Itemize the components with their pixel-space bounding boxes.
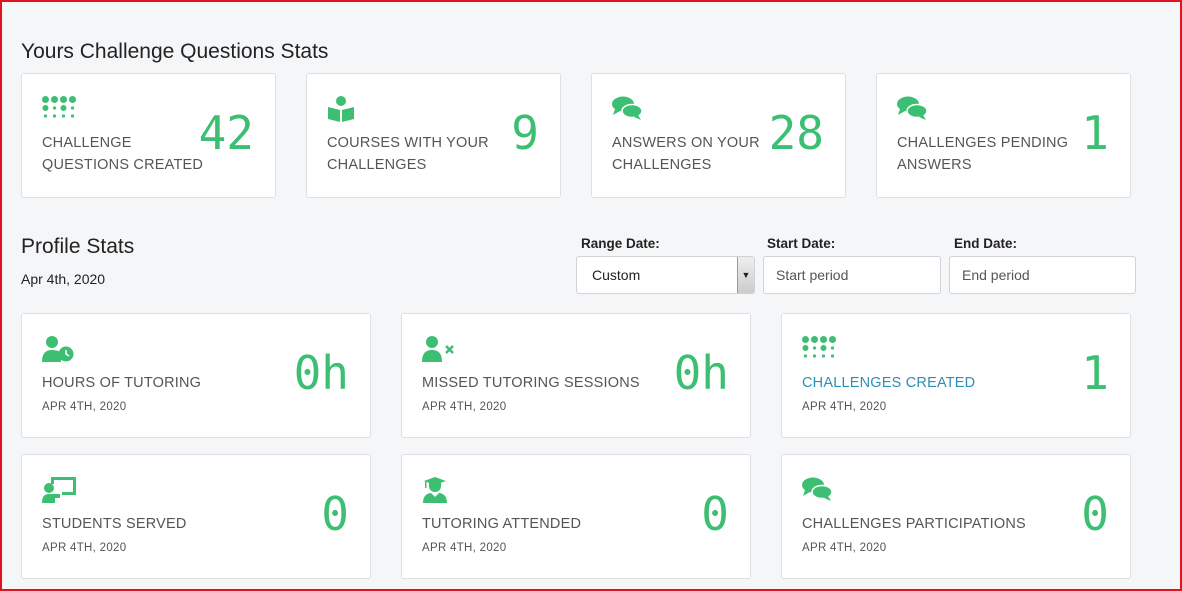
stat-label: CHALLENGES PENDING ANSWERS (897, 135, 1069, 173)
end-date-input[interactable]: End period (949, 256, 1136, 294)
chevron-down-icon[interactable]: ▼ (737, 257, 754, 293)
profile-stats-date: Apr 4th, 2020 (21, 271, 106, 287)
stat-date: APR 4TH, 2020 (42, 401, 127, 413)
stat-card-challenge-questions-created: CHALLENGE QUESTIONS CREATED 42 (21, 73, 276, 198)
stat-label: HOURS OF TUTORING (42, 375, 202, 391)
start-date-input[interactable]: Start period (763, 256, 941, 294)
range-date-value: Custom (592, 267, 641, 283)
user-clock-icon (42, 336, 76, 362)
stat-label: CHALLENGES PARTICIPATIONS (802, 516, 1026, 532)
stat-date: APR 4TH, 2020 (422, 542, 507, 554)
stat-card-answers-on-challenges: ANSWERS ON YOUR CHALLENGES 28 (591, 73, 846, 198)
stat-label: CHALLENGE QUESTIONS CREATED (42, 135, 204, 173)
stat-value: 42 (198, 106, 254, 160)
stat-card-courses-with-challenges: COURSES WITH YOUR CHALLENGES 9 (306, 73, 561, 198)
stat-value: 9 (511, 106, 539, 160)
stat-label: COURSES WITH YOUR CHALLENGES (327, 135, 489, 173)
stat-value: 1 (1081, 346, 1109, 400)
book-reader-icon (327, 96, 361, 122)
user-graduate-icon (422, 477, 456, 503)
stat-value: 0h (673, 346, 729, 400)
start-date-label: Start Date: (767, 236, 836, 251)
user-times-icon (422, 336, 456, 362)
stat-date: APR 4TH, 2020 (422, 401, 507, 413)
stat-date: APR 4TH, 2020 (802, 542, 887, 554)
stat-card-challenges-participations: CHALLENGES PARTICIPATIONS APR 4TH, 2020 … (781, 454, 1131, 579)
stat-label: TUTORING ATTENDED (422, 516, 582, 532)
challenges-created-link[interactable]: CHALLENGES CREATED (802, 372, 975, 394)
stat-value: 1 (1081, 106, 1109, 160)
stat-card-missed-tutoring-sessions: MISSED TUTORING SESSIONS APR 4TH, 2020 0… (401, 313, 751, 438)
stat-label: ANSWERS ON YOUR CHALLENGES (612, 135, 760, 173)
stat-label: MISSED TUTORING SESSIONS (422, 375, 640, 391)
braille-icon (42, 96, 76, 122)
stat-card-challenges-pending-answers: CHALLENGES PENDING ANSWERS 1 (876, 73, 1131, 198)
stat-label: STUDENTS SERVED (42, 516, 187, 532)
end-date-label: End Date: (954, 236, 1018, 251)
stat-card-tutoring-attended: TUTORING ATTENDED APR 4TH, 2020 0 (401, 454, 751, 579)
stat-card-students-served: STUDENTS SERVED APR 4TH, 2020 0 (21, 454, 371, 579)
stat-value: 28 (768, 106, 824, 160)
challenge-stats-title: Yours Challenge Questions Stats (21, 40, 329, 63)
range-date-select[interactable]: Custom ▼ (576, 256, 755, 294)
stat-date: APR 4TH, 2020 (42, 542, 127, 554)
chalkboard-teacher-icon (42, 477, 76, 503)
braille-icon (802, 336, 836, 362)
stat-value: 0 (701, 487, 729, 541)
range-date-label: Range Date: (581, 236, 660, 251)
comments-icon (802, 477, 836, 503)
stat-value: 0 (1081, 487, 1109, 541)
profile-stats-title: Profile Stats (21, 235, 135, 258)
stat-value: 0h (293, 346, 349, 400)
stat-card-challenges-created: CHALLENGES CREATED APR 4TH, 2020 1 (781, 313, 1131, 438)
stat-date: APR 4TH, 2020 (802, 401, 887, 413)
comments-icon (612, 96, 646, 122)
comments-icon (897, 96, 931, 122)
stat-value: 0 (321, 487, 349, 541)
stat-card-hours-of-tutoring: HOURS OF TUTORING APR 4TH, 2020 0h (21, 313, 371, 438)
